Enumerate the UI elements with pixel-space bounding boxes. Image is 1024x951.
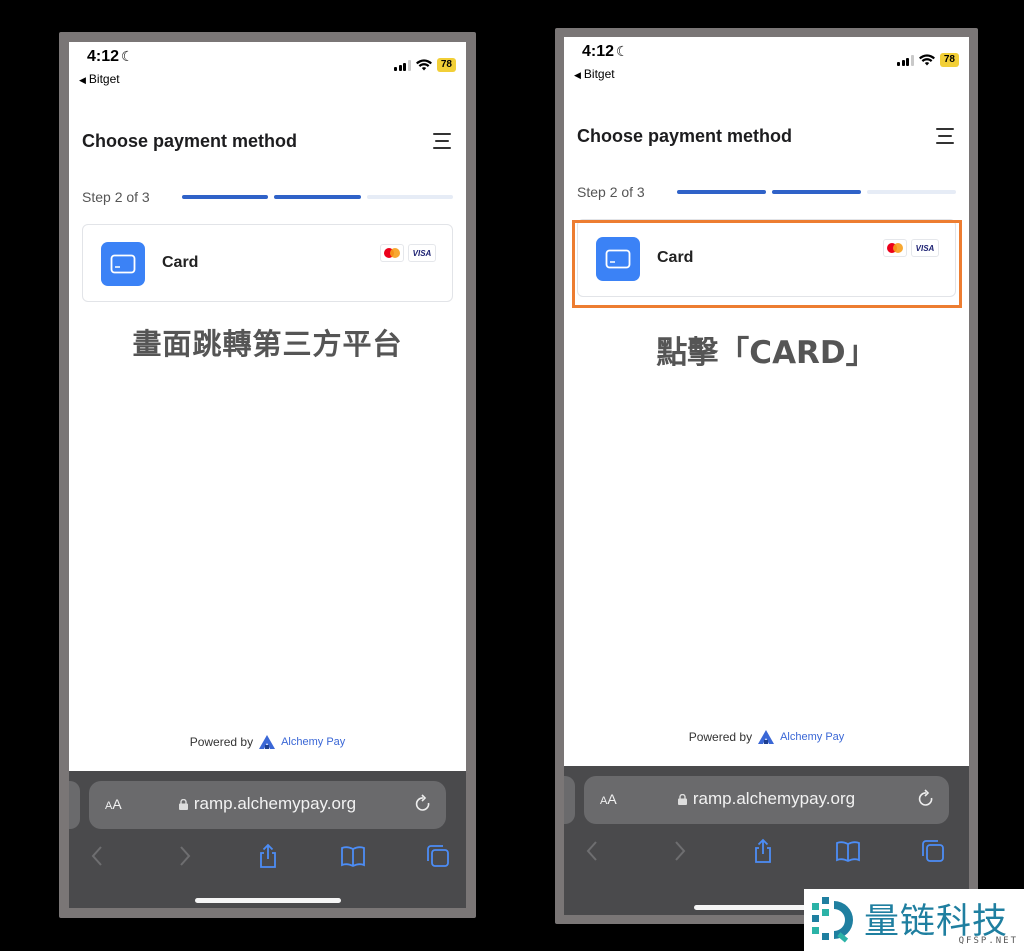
- phone-screen: 4:12 ☾ ◀ Bitget 78 Choose payment method S…: [564, 37, 969, 915]
- status-bar: 4:12 ☾ ◀ Bitget 78: [69, 42, 466, 100]
- progress-segment-done: [772, 190, 861, 194]
- back-to-app-link[interactable]: ◀ Bitget: [79, 72, 120, 86]
- lock-icon: [178, 799, 188, 810]
- share-icon[interactable]: [255, 843, 281, 869]
- bookmarks-icon[interactable]: [835, 838, 861, 864]
- powered-by: Powered by Alchemy Pay: [564, 730, 969, 744]
- step-progress-bar: [677, 190, 956, 194]
- powered-by: Powered by Alchemy Pay: [69, 735, 466, 749]
- progress-segment-done: [274, 195, 361, 199]
- left-phone-screenshot: 4:12 ☾ ◀ Bitget 78 Choose payment method S…: [59, 32, 476, 918]
- menu-icon[interactable]: [936, 128, 954, 144]
- browser-toolbar: [564, 838, 969, 868]
- signal-icon: [394, 59, 411, 71]
- forward-icon[interactable]: [171, 843, 197, 869]
- back-icon[interactable]: [85, 843, 111, 869]
- card-brands: VISA: [380, 244, 436, 262]
- card-option-label: Card: [162, 254, 199, 271]
- annotation-caption: 畫面跳轉第三方平台: [132, 327, 403, 361]
- home-indicator[interactable]: [194, 898, 341, 903]
- battery-icon: 78: [939, 53, 959, 67]
- page-title: Choose payment method: [577, 126, 793, 146]
- reload-icon[interactable]: [414, 794, 432, 814]
- previous-tab-stub[interactable]: [69, 781, 80, 829]
- progress-segment-done: [677, 190, 766, 194]
- step-progress-bar: [182, 195, 453, 199]
- step-label: Step 2 of 3: [577, 184, 645, 200]
- back-arrow-icon: ◀: [79, 75, 86, 85]
- wifi-icon: [415, 59, 432, 71]
- previous-tab-stub[interactable]: [564, 776, 575, 824]
- step-label: Step 2 of 3: [82, 189, 150, 205]
- reload-icon[interactable]: [917, 789, 935, 809]
- annotation-caption: 點擊「CARD」: [656, 335, 877, 371]
- alchemy-pay-logo-icon: [259, 735, 276, 749]
- address-bar[interactable]: AA ramp.alchemypay.org: [89, 781, 446, 829]
- tabs-icon[interactable]: [425, 843, 451, 869]
- progress-segment-todo: [867, 190, 956, 194]
- page-title: Choose payment method: [82, 131, 298, 151]
- back-to-app-link[interactable]: ◀ Bitget: [574, 67, 615, 81]
- status-time: 4:12: [87, 48, 120, 65]
- watermark: 量链科技 QFSP.NET: [804, 889, 1024, 951]
- card-payment-option[interactable]: Card VISA: [82, 224, 453, 302]
- mastercard-icon: [380, 244, 404, 262]
- progress-segment-todo: [366, 195, 453, 199]
- alchemy-pay-name: Alchemy Pay: [780, 731, 845, 743]
- status-time: 4:12: [582, 43, 615, 60]
- phone-screen: 4:12 ☾ ◀ Bitget 78 Choose payment method S…: [69, 42, 466, 908]
- progress-segment-done: [182, 195, 269, 199]
- credit-card-icon: [101, 242, 145, 286]
- right-phone-screenshot: 4:12 ☾ ◀ Bitget 78 Choose payment method S…: [555, 28, 978, 924]
- back-icon[interactable]: [580, 838, 606, 864]
- alchemy-pay-logo-icon: [758, 730, 775, 744]
- visa-icon: VISA: [408, 244, 436, 262]
- watermark-subtext: QFSP.NET: [958, 936, 1018, 946]
- alchemy-pay-name: Alchemy Pay: [281, 736, 346, 748]
- browser-bar: AA ramp.alchemypay.org: [69, 771, 466, 908]
- status-bar: 4:12 ☾ ◀ Bitget 78: [564, 37, 969, 95]
- highlight-box: [572, 220, 962, 308]
- share-icon[interactable]: [750, 838, 776, 864]
- wifi-icon: [918, 54, 935, 66]
- battery-icon: 78: [436, 58, 456, 72]
- powered-by-label: Powered by: [189, 735, 254, 749]
- powered-by-label: Powered by: [688, 730, 753, 744]
- menu-icon[interactable]: [433, 133, 451, 149]
- back-app-label: Bitget: [88, 72, 120, 86]
- url-text: ramp.alchemypay.org: [692, 789, 856, 808]
- lock-icon: [677, 794, 687, 805]
- bookmarks-icon[interactable]: [340, 843, 366, 869]
- back-arrow-icon: ◀: [574, 70, 581, 80]
- watermark-logo-icon: [812, 897, 853, 943]
- signal-icon: [897, 54, 914, 66]
- moon-icon: ☾: [121, 48, 134, 64]
- forward-icon[interactable]: [666, 838, 692, 864]
- url-text: ramp.alchemypay.org: [193, 794, 357, 813]
- back-app-label: Bitget: [583, 67, 615, 81]
- tabs-icon[interactable]: [920, 838, 946, 864]
- browser-toolbar: [69, 843, 466, 873]
- moon-icon: ☾: [616, 43, 629, 59]
- address-bar[interactable]: AA ramp.alchemypay.org: [584, 776, 949, 824]
